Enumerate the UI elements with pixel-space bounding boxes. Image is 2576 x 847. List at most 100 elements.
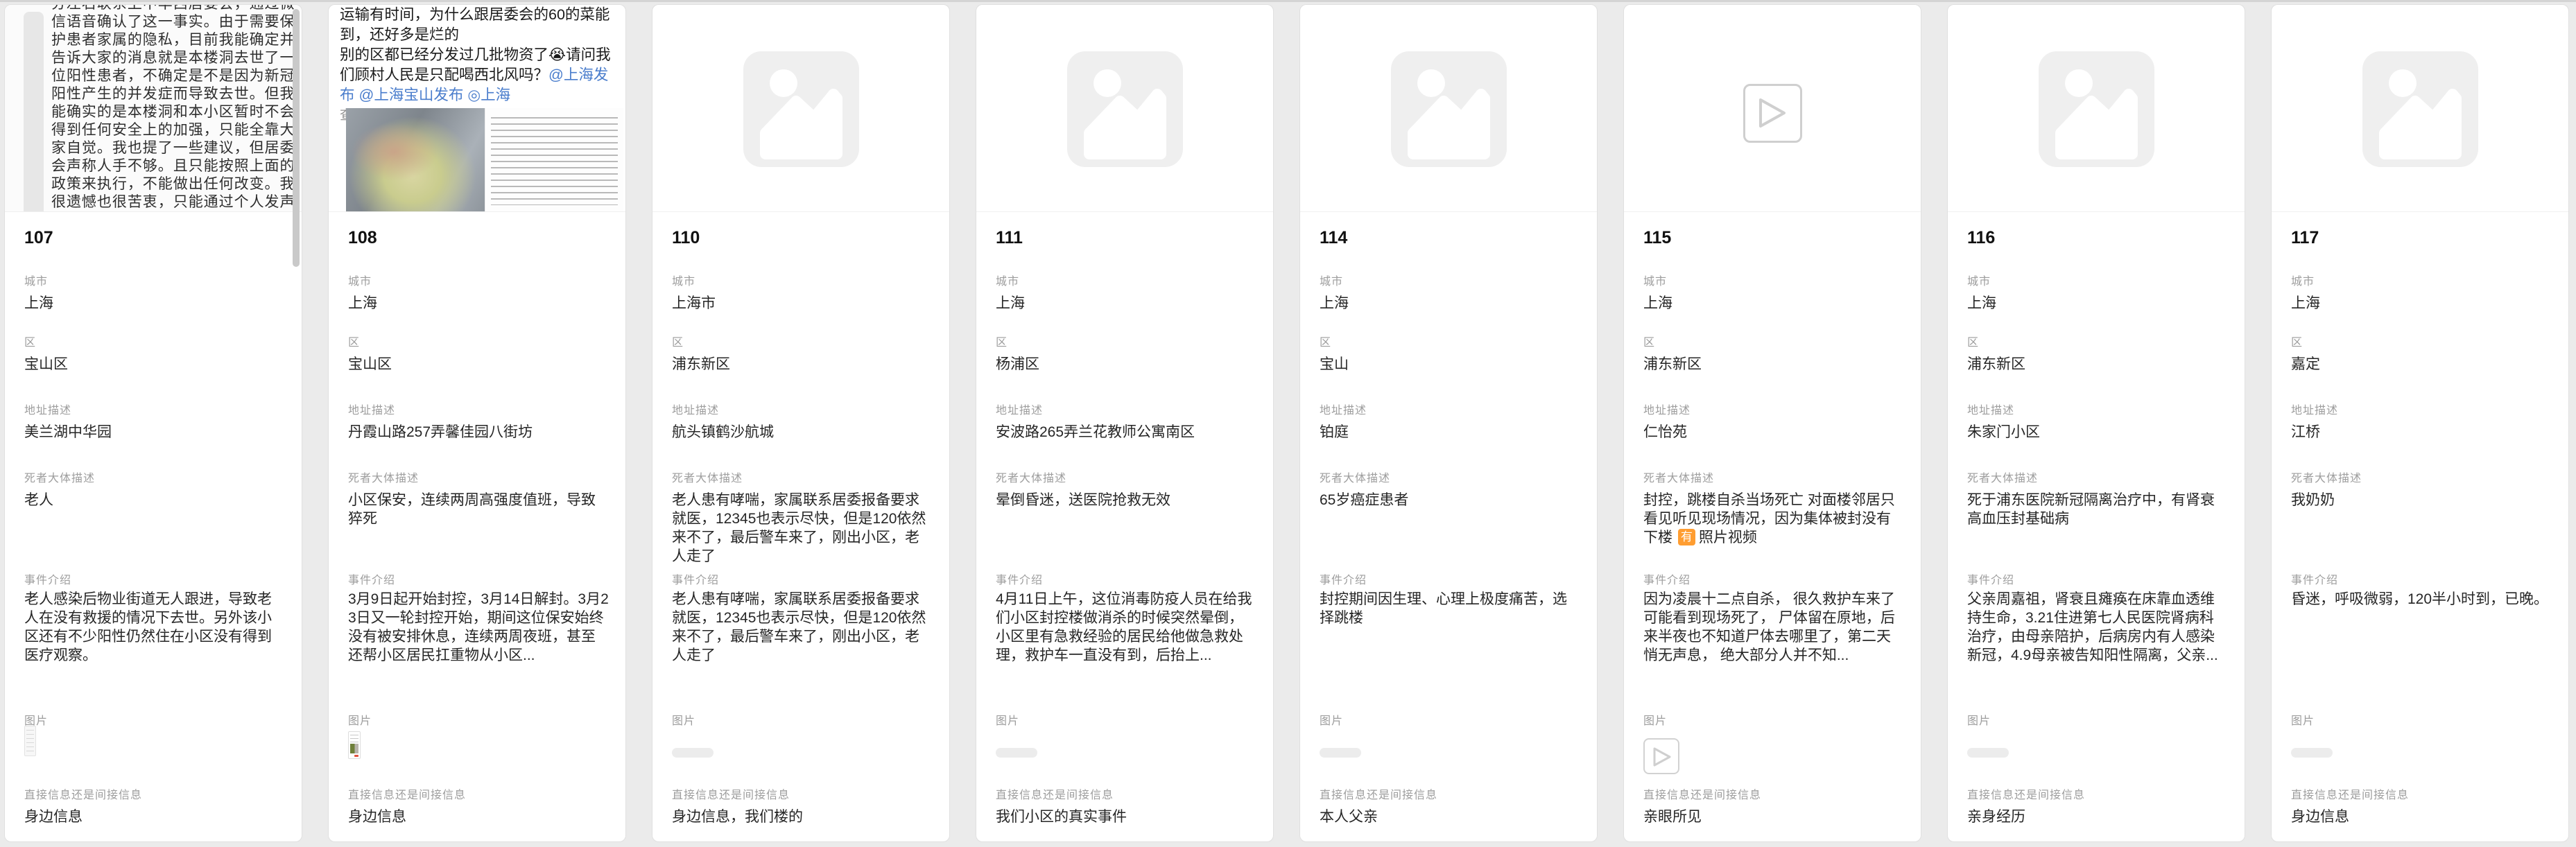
field-label-district: 区: [348, 333, 360, 349]
field-label-city: 城市: [348, 272, 372, 288]
field-label-deceased: 死者大体描述: [1643, 469, 1714, 485]
field-value-event: 父亲周嘉祖，肾衰且瘫痪在床靠血透维持生命，3.21住进第七人民医院肾病科治疗，由…: [1967, 590, 2228, 665]
field-label-city: 城市: [24, 272, 48, 288]
field-label-district: 区: [672, 333, 684, 349]
field-value-address: 安波路265弄兰花教师公寓南区: [996, 423, 1256, 442]
field-value-event: 封控期间因生理、心理上极度痛苦，选择跳楼: [1320, 590, 1580, 627]
record-number: 115: [1643, 228, 1671, 248]
field-value-city: 上海: [348, 294, 609, 313]
location-link[interactable]: ◎上海: [467, 87, 510, 103]
attachment-preview[interactable]: [976, 5, 1273, 212]
attachment-preview[interactable]: [2272, 5, 2568, 212]
field-value-deceased: 晕倒昏迷，送医院抢救无效: [996, 491, 1256, 509]
field-value-district: 浦东新区: [1643, 355, 1904, 374]
field-label-city: 城市: [2291, 272, 2315, 288]
image-attachment-placeholder[interactable]: [1967, 748, 2009, 758]
field-label-address: 地址描述: [672, 401, 719, 417]
field-value-deceased: 封控，跳楼自杀当场死亡 对面楼邻居只看见听见现场情况，因为集体被封没有下楼 有照…: [1643, 491, 1904, 547]
field-label-event: 事件介绍: [672, 570, 719, 587]
text-screenshot-image[interactable]: [485, 108, 623, 212]
field-label-direct: 直接信息还是间接信息: [348, 785, 466, 802]
field-value-district: 嘉定: [2291, 355, 2552, 374]
field-label-event: 事件介绍: [996, 570, 1043, 587]
record-number: 114: [1320, 228, 1347, 248]
field-value-district: 浦东新区: [672, 355, 933, 374]
field-label-address: 地址描述: [1320, 401, 1367, 417]
record-card[interactable]: 运输有时间，为什么跟居委会的60的菜能到，还好多是烂的 别的区都已经分发过几批物…: [328, 4, 626, 842]
field-value-deceased: 老人患有哮喘，家属联系居委报备要求就医，12345也表示尽快，但是120依然来不…: [672, 491, 933, 566]
field-label-district: 区: [24, 333, 36, 349]
field-label-event: 事件介绍: [1967, 570, 2014, 587]
page-top-border: [0, 0, 2576, 2]
record-number: 107: [24, 228, 53, 248]
field-value-deceased: 65岁癌症患者: [1320, 491, 1580, 509]
record-card[interactable]: 117 城市 上海 区 嘉定 地址描述 江桥 死者大体描述 我奶奶 事件介绍 昏…: [2271, 4, 2569, 842]
field-value-direct: 身边信息: [24, 807, 285, 826]
attachment-preview[interactable]: 分左右联系上中华西居委会，通过微信语音确认了这一事实。由于需要保护患者家属的隐私…: [5, 5, 302, 212]
field-label-image: 图片: [1967, 711, 1991, 728]
card-gallery-board[interactable]: 分左右联系上中华西居委会，通过微信语音确认了这一事实。由于需要保护患者家属的隐私…: [4, 4, 2569, 842]
field-value-direct: 我们小区的真实事件: [996, 807, 1256, 826]
field-label-image: 图片: [1643, 711, 1667, 728]
field-value-city: 上海: [1643, 294, 1904, 313]
attachment-preview[interactable]: 运输有时间，为什么跟居委会的60的菜能到，还好多是烂的 别的区都已经分发过几批物…: [329, 5, 625, 212]
field-label-district: 区: [1967, 333, 1979, 349]
field-value-district: 杨浦区: [996, 355, 1256, 374]
mention-link[interactable]: @上海宝山发布: [359, 87, 464, 103]
field-value-deceased: 小区保安，连续两周高强度值班，导致猝死: [348, 491, 609, 528]
record-number: 108: [348, 228, 377, 248]
field-value-city: 上海市: [672, 294, 933, 313]
record-card[interactable]: 115 城市 上海 区 浦东新区 地址描述 仁怡苑 死者大体描述 封控，跳楼自杀…: [1623, 4, 1921, 842]
field-label-event: 事件介绍: [1643, 570, 1691, 587]
field-label-district: 区: [996, 333, 1008, 349]
field-label-district: 区: [2291, 333, 2303, 349]
record-card[interactable]: 111 城市 上海 区 杨浦区 地址描述 安波路265弄兰花教师公寓南区 死者大…: [976, 4, 1274, 842]
attachment-preview[interactable]: [652, 5, 949, 212]
record-card[interactable]: 分左右联系上中华西居委会，通过微信语音确认了这一事实。由于需要保护患者家属的隐私…: [4, 4, 302, 842]
attachment-preview[interactable]: [1624, 5, 1921, 212]
field-label-image: 图片: [348, 711, 372, 728]
quote-bar: [24, 12, 44, 212]
record-card[interactable]: 114 城市 上海 区 宝山 地址描述 铂庭 死者大体描述 65岁癌症患者 事件…: [1299, 4, 1598, 842]
field-value-event: 因为凌晨十二点自杀， 很久救护车来了可能看到现场死了， 尸体留在原地，后来半夜也…: [1643, 590, 1904, 665]
video-attachment-thumbnail[interactable]: [1643, 738, 1679, 774]
field-value-direct: 身边信息，我们楼的: [672, 807, 933, 826]
image-attachment-placeholder[interactable]: [2291, 748, 2333, 758]
field-value-direct: 身边信息: [2291, 807, 2552, 826]
image-placeholder-icon: [2362, 51, 2478, 167]
field-label-direct: 直接信息还是间接信息: [2291, 785, 2409, 802]
image-attachment-thumbnail[interactable]: [348, 731, 361, 759]
record-card[interactable]: 110 城市 上海市 区 浦东新区 地址描述 航头镇鹤沙航城 死者大体描述 老人…: [652, 4, 950, 842]
image-attachment-placeholder[interactable]: [672, 748, 714, 758]
field-value-district: 宝山: [1320, 355, 1580, 374]
field-label-image: 图片: [996, 711, 1019, 728]
record-number: 116: [1967, 228, 1995, 248]
field-label-event: 事件介绍: [1320, 570, 1367, 587]
record-card[interactable]: 116 城市 上海 区 浦东新区 地址描述 朱家门小区 死者大体描述 死于浦东医…: [1947, 4, 2245, 842]
field-label-city: 城市: [672, 272, 695, 288]
video-placeholder-icon: [1743, 84, 1802, 143]
field-value-city: 上海: [1967, 294, 2228, 313]
field-value-deceased: 我奶奶: [2291, 491, 2552, 509]
card-scrollbar-thumb[interactable]: [293, 9, 300, 267]
field-label-direct: 直接信息还是间接信息: [1967, 785, 2085, 802]
field-label-address: 地址描述: [1643, 401, 1691, 417]
field-label-district: 区: [1320, 333, 1331, 349]
cabbage-photo[interactable]: [346, 108, 485, 212]
field-label-deceased: 死者大体描述: [1967, 469, 2038, 485]
image-attachment-thumbnail[interactable]: [24, 726, 36, 756]
attachment-preview[interactable]: [1300, 5, 1597, 212]
attachment-preview[interactable]: [1948, 5, 2245, 212]
image-attachment-placeholder[interactable]: [996, 748, 1037, 758]
field-label-deceased: 死者大体描述: [672, 469, 743, 485]
field-label-deceased: 死者大体描述: [2291, 469, 2362, 485]
image-placeholder-icon: [1391, 51, 1507, 167]
field-value-city: 上海: [1320, 294, 1580, 313]
image-placeholder-icon: [2039, 51, 2154, 167]
field-label-image: 图片: [2291, 711, 2315, 728]
tweet-image-row: [346, 108, 623, 212]
field-label-district: 区: [1643, 333, 1655, 349]
field-label-city: 城市: [1643, 272, 1667, 288]
image-attachment-placeholder[interactable]: [1320, 748, 1361, 758]
screenshot-text: 分左右联系上中华西居委会，通过微信语音确认了这一事实。由于需要保护患者家属的隐私…: [51, 5, 295, 212]
